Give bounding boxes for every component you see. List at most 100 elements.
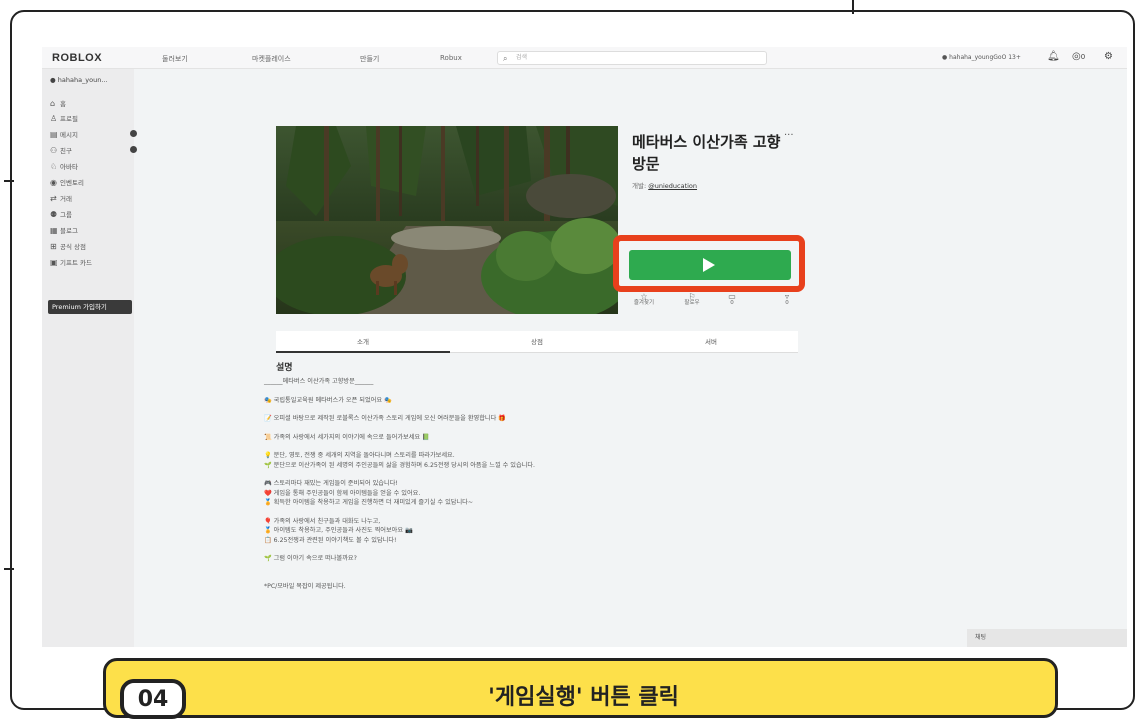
- description-line: 📋 6.25전쟁과 관련된 이야기책도 볼 수 있답니다!: [264, 536, 397, 544]
- creator-line: 개발: @unieducation: [632, 180, 697, 190]
- store-icon: ⊞: [50, 242, 57, 251]
- search-icon: ⌕: [503, 54, 508, 63]
- tab-about[interactable]: 소개: [276, 331, 450, 353]
- follow-icon: ⚐: [688, 292, 696, 301]
- game-title: 메타버스 이산가족 고향방문: [632, 133, 781, 173]
- description-line: 💡 분단, 영토, 전쟁 중 세개의 지역을 돌아다니며 스토리를 따라가보세요…: [264, 452, 455, 459]
- sidebar-item-label: 친구: [60, 147, 72, 155]
- description-body: ______메타버스 이산가족 고향방문______ 🎭 국립통일교육원 메타버스…: [264, 377, 824, 591]
- settings-gear-icon[interactable]: ⚙︎: [1104, 51, 1113, 62]
- description-line: ❤️ 게임을 통해 주인공들이 함께 아이템들을 얻을 수 있어요.: [264, 489, 421, 497]
- sidebar-item-label: 메시지: [60, 131, 78, 139]
- nav-create[interactable]: 만들기: [360, 54, 379, 64]
- description-line: 📜 가족의 사랑에서 세가지의 이야기에 속으로 들어가보세요 📗: [264, 433, 430, 441]
- caption-text: '게임실행' 버튼 클릭: [488, 685, 679, 710]
- notification-badge: [130, 146, 137, 153]
- thumbs-down-button[interactable]: ▿ 0: [767, 293, 807, 307]
- robux-count: 0: [1080, 53, 1086, 61]
- description-line: 🎭 국립통일교육원 메타버스가 오픈 되었어요 🎭: [264, 396, 392, 404]
- active-tab-indicator: [276, 351, 450, 353]
- favorite-label: 즐겨찾기: [633, 300, 655, 306]
- friends-icon: ⚇: [50, 146, 58, 155]
- sidebar-item-label: 기프트 카드: [60, 259, 92, 267]
- sidebar-username-text: hahaha_youn...: [57, 76, 108, 84]
- sidebar-item-avatar[interactable]: ♘ 아바타: [50, 161, 134, 172]
- notification-bell-icon[interactable]: 🔔︎: [1047, 51, 1060, 62]
- tick-mark: [4, 180, 14, 182]
- description-line: ______메타버스 이산가족 고향방문______: [264, 378, 374, 385]
- top-navigation-bar: ROBLOX 둘러보기 마켓플레이스 만들기 Robux ⌕ 검색 ● haha…: [42, 47, 1127, 69]
- favorite-icon: ☆: [640, 292, 648, 301]
- sidebar-item-store[interactable]: ⊞ 공식 상점: [50, 241, 134, 252]
- topbar-username[interactable]: ● hahaha_youngGoO 13+: [942, 54, 1021, 61]
- nav-marketplace[interactable]: 마켓플레이스: [252, 54, 291, 64]
- sidebar-item-groups[interactable]: ⚉ 그룹: [50, 209, 134, 220]
- profile-icon: ♙: [50, 114, 58, 123]
- sidebar-item-profile[interactable]: ♙ 프로필: [50, 113, 134, 124]
- thumbs-down-icon: ▿: [784, 292, 789, 301]
- nav-robux[interactable]: Robux: [440, 54, 462, 62]
- sidebar-item-messages[interactable]: ▤ 메시지: [50, 129, 137, 140]
- sidebar-item-label: 블로그: [60, 227, 78, 235]
- premium-button[interactable]: Premium 가입하기: [48, 300, 132, 314]
- sidebar-item-label: 그룹: [60, 211, 72, 219]
- sidebar-item-blog[interactable]: ▦ 블로그: [50, 225, 134, 236]
- giftcard-icon: ▣: [50, 258, 58, 267]
- description-line: 🏅 획득한 아이템을 착용하고 게임을 진행하면 더 재미있게 즐기실 수 있답…: [264, 499, 474, 506]
- avatar-icon: ♘: [50, 162, 58, 171]
- description-line: 🌱 분단으로 이산가족이 된 세명의 주인공들의 삶을 경험하며 6.25전쟁 …: [264, 461, 536, 469]
- thumbs-up-button[interactable]: ▭ 0: [712, 293, 752, 307]
- message-icon: ▤: [50, 130, 58, 139]
- creator-prefix: 개발:: [632, 182, 649, 190]
- follow-button[interactable]: ⚐ 팔로우: [672, 293, 712, 307]
- nav-discover[interactable]: 둘러보기: [162, 54, 188, 64]
- step-caption: 04 '게임실행' 버튼 클릭: [103, 658, 1058, 719]
- thumbs-up-count: 0: [730, 300, 734, 306]
- sidebar: ● hahaha_youn... ⌂ 홈 ♙ 프로필 ▤ 메시지 ⚇ 친구 ♘ 아바타 ◉…: [42, 69, 137, 647]
- tab-servers[interactable]: 서버: [624, 331, 798, 353]
- sidebar-item-inventory[interactable]: ◉ 인벤토리: [50, 177, 134, 188]
- sidebar-item-label: 거래: [60, 195, 72, 203]
- inventory-icon: ◉: [50, 178, 57, 187]
- roblox-logo[interactable]: ROBLOX: [52, 52, 102, 64]
- search-placeholder: 검색: [516, 54, 528, 61]
- browser-screenshot: ROBLOX 둘러보기 마켓플레이스 만들기 Robux ⌕ 검색 ● haha…: [42, 47, 1127, 647]
- description-line: 🎈 가족의 사랑에서 친구들과 대화도 나누고,: [264, 517, 381, 525]
- sidebar-item-home[interactable]: ⌂ 홈: [50, 98, 134, 109]
- description-line: 🏅 아이템도 착용하고, 주인공들과 사진도 찍어보아요 📷: [264, 527, 413, 534]
- game-thumbnail[interactable]: [276, 126, 618, 314]
- more-options-icon[interactable]: ···: [784, 130, 794, 141]
- description-line: 🎮 스토리마다 재밌는 게임들이 준비되어 있습니다!: [264, 480, 398, 487]
- play-icon: [703, 258, 715, 272]
- sidebar-username[interactable]: ● hahaha_youn...: [50, 76, 108, 84]
- sidebar-item-friends[interactable]: ⚇ 친구: [50, 145, 137, 156]
- avatar-icon: ●: [50, 76, 56, 84]
- sidebar-item-label: 아바타: [60, 163, 78, 171]
- thumbs-up-icon: ▭: [728, 292, 736, 301]
- sidebar-item-trade[interactable]: ⇄ 거래: [50, 193, 134, 204]
- sidebar-item-label: 공식 상점: [60, 243, 86, 251]
- avatar-icon: ●: [942, 54, 948, 61]
- sidebar-item-label: 인벤토리: [60, 179, 84, 187]
- tick-mark: [852, 0, 854, 14]
- creator-link[interactable]: @unieducation: [648, 182, 697, 190]
- tab-store[interactable]: 상점: [450, 331, 624, 353]
- blog-icon: ▦: [50, 226, 58, 235]
- trade-icon: ⇄: [50, 194, 57, 203]
- robux-icon[interactable]: ◎0: [1072, 51, 1085, 62]
- chat-bar[interactable]: 채팅: [967, 629, 1127, 647]
- sidebar-item-giftcard[interactable]: ▣ 기프트 카드: [50, 257, 134, 268]
- play-button[interactable]: [629, 250, 791, 280]
- sidebar-item-label: 홈: [60, 100, 66, 108]
- tutorial-frame: ROBLOX 둘러보기 마켓플레이스 만들기 Robux ⌕ 검색 ● haha…: [10, 10, 1135, 710]
- search-input[interactable]: ⌕ 검색: [497, 51, 767, 65]
- favorite-button[interactable]: ☆ 즐겨찾기: [624, 293, 664, 307]
